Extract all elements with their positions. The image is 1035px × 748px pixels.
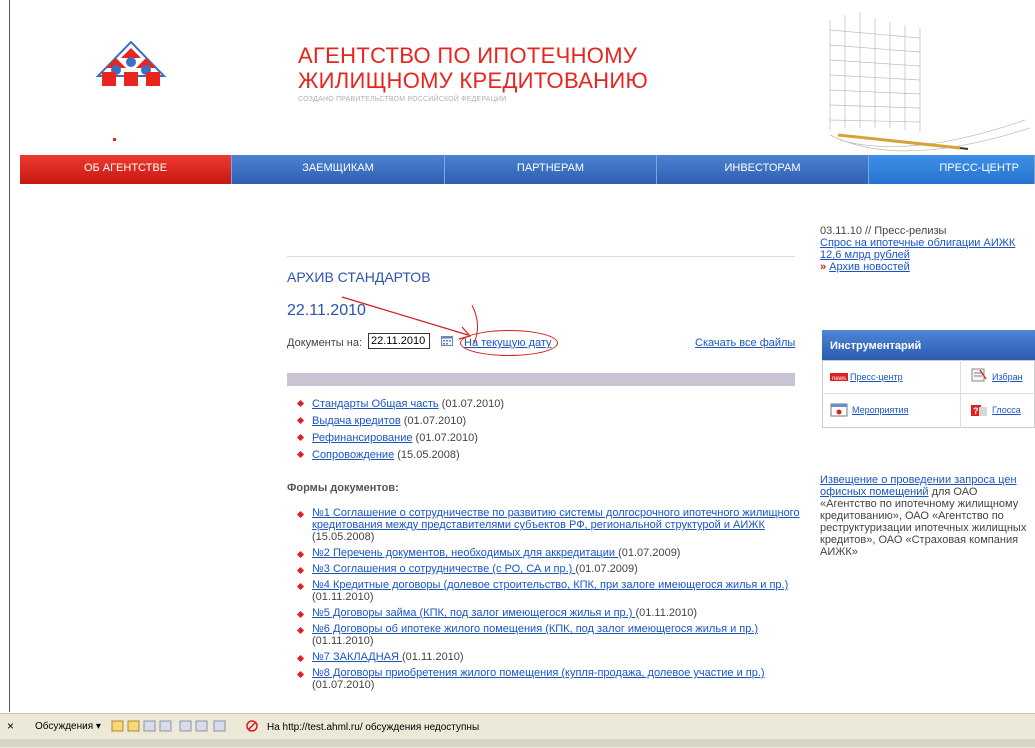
form-link[interactable]: №1 Соглашение о сотрудничестве по развит… xyxy=(312,507,800,531)
site-title-line2: ЖИЛИЩНОМУ КРЕДИТОВАНИЮ xyxy=(298,68,648,93)
tool-favorites[interactable]: Избран xyxy=(992,372,1023,382)
standard-link[interactable]: Стандарты Общая часть xyxy=(312,398,439,410)
standard-date: (01.07.2010) xyxy=(412,432,478,444)
form-link[interactable]: №7 ЗАКЛАДНАЯ xyxy=(312,651,402,663)
archive-news: » Архив новостей xyxy=(820,261,910,273)
red-annotation-arrow xyxy=(341,296,478,344)
red-dot xyxy=(113,138,116,141)
standard-link[interactable]: Сопровождение xyxy=(312,449,394,461)
list-item: №7 ЗАКЛАДНАЯ (01.11.2010) xyxy=(297,651,807,663)
list-item: №2 Перечень документов, необходимых для … xyxy=(297,547,807,559)
double-arrow-icon: » xyxy=(820,261,827,273)
form-date: (15.05.2008) xyxy=(312,531,375,543)
standard-date: (01.07.2010) xyxy=(400,415,467,427)
form-link[interactable]: №8 Договоры приобретения жилого помещени… xyxy=(312,667,765,679)
page-title: АРХИВ СТАНДАРТОВ xyxy=(287,269,431,285)
form-link[interactable]: №4 Кредитные договоры (долевое строитель… xyxy=(312,579,788,591)
form-date: (01.11.2010) xyxy=(635,607,698,619)
nav-borrowers[interactable]: ЗАЕМЩИКАМ xyxy=(232,155,445,184)
building-pencil-illustration xyxy=(829,12,1030,152)
toolbar-icons xyxy=(111,720,258,732)
notice: Извещение о проведении запроса цен офисн… xyxy=(820,474,1035,558)
form-link[interactable]: №3 Соглашения о сотрудничестве (с РО, СА… xyxy=(312,563,575,575)
close-icon[interactable]: × xyxy=(7,719,14,733)
form-date: (01.11.2010) xyxy=(402,651,464,663)
calendar-icon xyxy=(830,403,848,417)
notepad-icon xyxy=(971,368,987,382)
standard-date: (01.07.2010) xyxy=(438,398,505,410)
list-item: №6 Договоры об ипотеке жилого помещения … xyxy=(297,623,807,647)
nav-about[interactable]: ОБ АГЕНТСТВЕ xyxy=(20,155,232,184)
form-link[interactable]: №6 Договоры об ипотеке жилого помещения … xyxy=(312,623,758,635)
nav-investors[interactable]: ИНВЕСТОРАМ xyxy=(657,155,869,184)
divider xyxy=(287,256,795,257)
tool-press-center[interactable]: Пресс-центр xyxy=(850,372,903,382)
news-icon: news xyxy=(830,373,848,382)
list-item: №1 Соглашение о сотрудничестве по развит… xyxy=(297,507,807,543)
window-left-border xyxy=(9,0,10,712)
list-item: Сопровождение (15.05.2008) xyxy=(297,447,504,464)
notice-link[interactable]: Извещение о проведении запроса цен офисн… xyxy=(820,474,1017,498)
tools-divider xyxy=(822,393,1035,394)
list-item: Рефинансирование (01.07.2010) xyxy=(297,430,504,447)
site-subtitle: СОЗДАНО ПРАВИТЕЛЬСТВОМ РОССИЙСКОЙ ФЕДЕРА… xyxy=(298,96,507,103)
list-item: №8 Договоры приобретения жилого помещени… xyxy=(297,667,807,691)
tools-panel xyxy=(822,360,1035,428)
section-bar xyxy=(287,373,795,386)
list-item: №3 Соглашения о сотрудничестве (с РО, СА… xyxy=(297,563,807,575)
site-title-line1: АГЕНТСТВО ПО ИПОТЕЧНОМУ xyxy=(298,43,638,68)
news-link[interactable]: Спрос на ипотечные облигации АИЖК 12,6 м… xyxy=(820,237,1035,261)
form-date: (01.11.2010) xyxy=(312,591,374,603)
form-date: (01.07.2009) xyxy=(575,563,638,575)
form-date: (01.11.2010) xyxy=(312,635,374,647)
standard-date: (15.05.2008) xyxy=(394,449,460,461)
list-item: №5 Договоры займа (КПК, под залог имеюще… xyxy=(297,607,807,619)
list-item: Стандарты Общая часть (01.07.2010) xyxy=(297,396,504,413)
form-link[interactable]: №5 Договоры займа (КПК, под залог имеюще… xyxy=(312,607,635,619)
standard-link[interactable]: Выдача кредитов xyxy=(312,415,401,427)
nav-press-center[interactable]: ПРЕСС-ЦЕНТР xyxy=(869,155,1035,184)
archive-news-link[interactable]: Архив новостей xyxy=(829,261,910,273)
discussions-dropdown[interactable]: Обсуждения ▾ xyxy=(35,721,101,732)
svg-text:?: ? xyxy=(973,406,979,416)
tool-events[interactable]: Мероприятия xyxy=(852,405,908,415)
main-nav: ОБ АГЕНТСТВЕ ЗАЕМЩИКАМ ПАРТНЕРАМ ИНВЕСТО… xyxy=(20,155,1035,184)
download-all-link[interactable]: Скачать все файлы xyxy=(695,337,795,349)
tools-divider xyxy=(960,360,961,428)
list-item: Выдача кредитов (01.07.2010) xyxy=(297,413,504,430)
news-meta: 03.11.10 // Пресс-релизы xyxy=(820,225,947,237)
toolbar-status: На http://test.ahml.ru/ обсуждения недос… xyxy=(267,722,480,733)
form-date: (01.07.2009) xyxy=(618,547,681,559)
standard-link[interactable]: Рефинансирование xyxy=(312,432,413,444)
tools-heading: Инструментарий xyxy=(822,330,1035,360)
status-bar xyxy=(0,739,1035,747)
question-icon: ? xyxy=(971,405,987,416)
forms-list: №1 Соглашение о сотрудничестве по развит… xyxy=(297,507,807,695)
tool-glossary[interactable]: Глосса xyxy=(992,405,1021,415)
standards-list: Стандарты Общая часть (01.07.2010) Выдач… xyxy=(297,396,504,464)
nav-partners[interactable]: ПАРТНЕРАМ xyxy=(445,155,657,184)
houses-logo-icon[interactable] xyxy=(92,40,170,90)
forms-heading: Формы документов: xyxy=(287,482,399,494)
list-item: №4 Кредитные договоры (долевое строитель… xyxy=(297,579,807,603)
form-date: (01.07.2010) xyxy=(312,679,375,691)
form-link[interactable]: №2 Перечень документов, необходимых для … xyxy=(312,547,618,559)
svg-text:news: news xyxy=(832,376,846,382)
